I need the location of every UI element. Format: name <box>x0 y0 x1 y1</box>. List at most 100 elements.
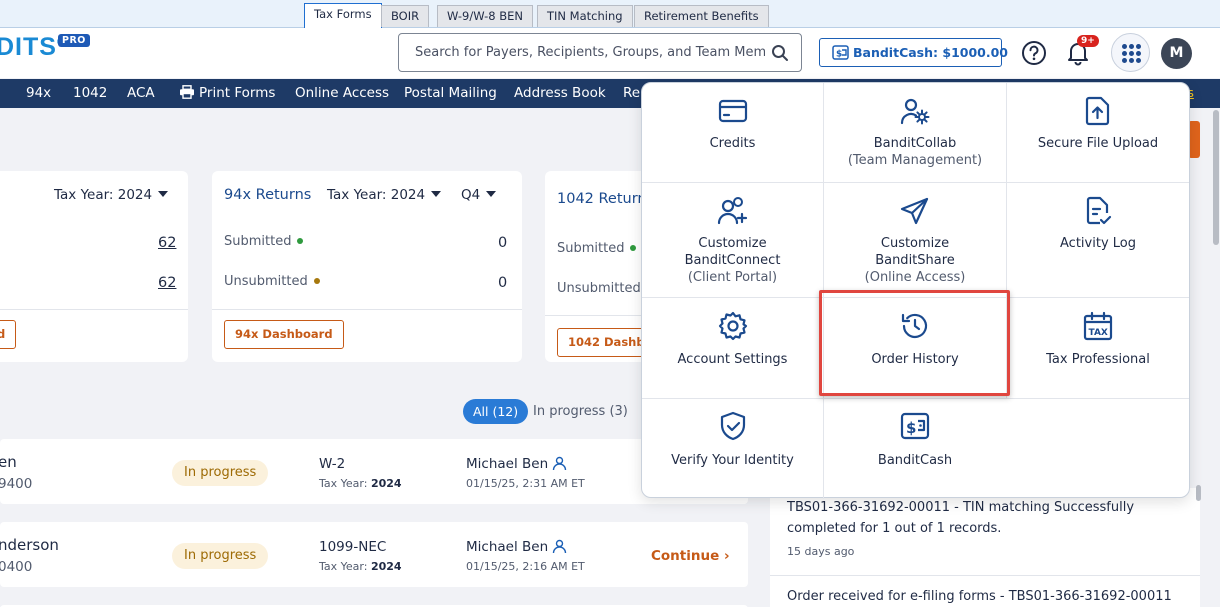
nav-aca[interactable]: ACA <box>127 85 155 101</box>
user-gear-icon <box>900 98 930 125</box>
card-divider <box>0 309 188 310</box>
page-scrollbar[interactable] <box>1213 110 1219 245</box>
submitted-value-94x: 0 <box>498 235 508 251</box>
apps-grid-button[interactable] <box>1111 33 1150 72</box>
created-datetime: 01/15/25, 2:16 AM ET <box>466 560 585 573</box>
brand-logo[interactable]: DITS® <box>0 33 66 62</box>
submitted-status-dot <box>297 238 304 244</box>
credit-card-icon <box>718 99 747 123</box>
menu-item-account-settings[interactable]: Account Settings <box>642 298 823 398</box>
nav-more[interactable]: Re <box>623 85 640 101</box>
menu-item-activity-log[interactable]: Activity Log <box>1007 183 1189 297</box>
user-icon <box>552 456 567 471</box>
menu-item-verify-identity[interactable]: Verify Your Identity <box>642 399 823 499</box>
nav-1042[interactable]: 1042 <box>73 85 107 101</box>
menu-item-bandit-cash[interactable]: $ BanditCash <box>824 399 1006 499</box>
menu-item-label: Customize BanditShare <box>875 236 955 268</box>
avatar[interactable]: M <box>1161 38 1192 69</box>
created-by: Michael Ben <box>466 539 567 555</box>
order-history-highlight <box>819 290 1010 396</box>
first-card-value-2[interactable]: 62 <box>158 275 176 291</box>
table-row[interactable]: nderson 0400 In progress 1099-NEC Tax Ye… <box>0 522 748 587</box>
filter-all[interactable]: All (12) <box>463 399 529 424</box>
search-input[interactable]: Search for Payers, Recipients, Groups, a… <box>398 33 802 72</box>
first-card-value-1[interactable]: 62 <box>158 235 176 251</box>
dashboard-button-94x[interactable]: 94x Dashboard <box>224 320 344 349</box>
unsubmitted-label-1042: Unsubmitted <box>557 281 641 296</box>
menu-item-bandit-collab[interactable]: BanditCollab (Team Management) <box>824 83 1006 182</box>
tax-year-select[interactable]: Tax Year: 2024 <box>54 187 169 203</box>
nav-print-forms[interactable]: Print Forms <box>179 85 275 101</box>
menu-item-label: Customize BanditConnect <box>684 236 781 268</box>
menu-item-sublabel: (Online Access) <box>864 270 966 285</box>
pro-badge: PRO <box>58 34 90 47</box>
quarter-label: Q4 <box>461 187 481 203</box>
svg-text:$: $ <box>906 419 916 437</box>
summary-card-first: Tax Year: 2024 62 62 d <box>0 171 188 362</box>
filter-in-progress[interactable]: In progress (3) <box>533 404 628 419</box>
quarter-select-94x[interactable]: Q4 <box>461 187 497 203</box>
submitted-status-dot <box>630 245 637 251</box>
chevron-down-icon <box>158 191 169 197</box>
nav-postal-mailing[interactable]: Postal Mailing <box>404 85 497 101</box>
users-plus-icon <box>717 197 747 225</box>
logo-text: DITS <box>0 33 57 61</box>
file-upload-icon <box>1085 96 1110 126</box>
menu-item-label: BanditCash <box>877 453 953 468</box>
bandit-cash-label: BanditCash: $1000.00 <box>853 45 1008 60</box>
menu-item-customize-banditshare[interactable]: Customize BanditShare (Online Access) <box>824 183 1006 297</box>
svg-text:TAX: TAX <box>1089 328 1108 338</box>
help-icon[interactable] <box>1021 40 1047 66</box>
recipient-name: en <box>0 453 17 471</box>
menu-item-label: Verify Your Identity <box>671 453 794 468</box>
tab-w9-w8ben[interactable]: W-9/W-8 BEN <box>437 5 534 27</box>
printer-icon <box>180 85 194 99</box>
table-row[interactable]: en 9400 In progress W-2 Tax Year: 2024 M… <box>0 439 748 504</box>
menu-item-label: Credits <box>709 136 756 151</box>
tab-tin-matching[interactable]: TIN Matching <box>537 5 633 27</box>
notifications-scrollbar[interactable] <box>1196 485 1201 501</box>
menu-item-label: Secure File Upload <box>1037 136 1159 151</box>
svg-text:$: $ <box>836 50 842 60</box>
status-badge: In progress <box>172 543 269 569</box>
notification-item-text[interactable]: Order received for e-filing forms - TBS0… <box>787 589 1172 604</box>
chevron-down-icon <box>431 191 442 197</box>
menu-item-customize-banditconnect[interactable]: Customize BanditConnect (Client Portal) <box>642 183 823 297</box>
menu-item-sublabel: (Team Management) <box>847 153 983 168</box>
form-tax-year: Tax Year: 2024 <box>319 560 402 573</box>
tax-year-label-94x: Tax Year: 2024 <box>327 187 426 203</box>
chevron-down-icon <box>486 191 497 197</box>
unsubmitted-value-94x: 0 <box>498 275 508 291</box>
nav-94x[interactable]: 94x <box>26 85 51 101</box>
created-by: Michael Ben <box>466 456 567 472</box>
menu-item-tax-professional[interactable]: TAX Tax Professional <box>1007 298 1189 398</box>
notification-time: 15 days ago <box>787 545 855 558</box>
menu-item-secure-file-upload[interactable]: Secure File Upload <box>1007 83 1189 182</box>
shield-check-icon <box>720 411 745 441</box>
tax-calendar-icon: TAX <box>1083 311 1113 341</box>
unsubmitted-label-94x: Unsubmitted <box>224 274 320 289</box>
nav-print-forms-label: Print Forms <box>199 85 276 101</box>
form-type: 1099-NEC <box>319 539 387 555</box>
summary-card-94x: 94x Returns Tax Year: 2024 Q4 Submitted … <box>212 171 522 362</box>
search-icon[interactable] <box>771 44 789 62</box>
nav-address-book[interactable]: Address Book <box>514 85 606 101</box>
nav-online-access[interactable]: Online Access <box>295 85 389 101</box>
bandit-cash-button[interactable]: $ BanditCash: $1000.00 <box>819 38 1008 67</box>
tab-boir[interactable]: BOIR <box>381 5 430 27</box>
notification-item-text[interactable]: TBS01-366-31692-00011 - TIN matching Suc… <box>787 497 1187 539</box>
first-dashboard-button[interactable]: d <box>0 320 17 349</box>
recipient-number: 0400 <box>0 559 33 575</box>
continue-button[interactable]: Continue › <box>651 548 730 564</box>
form-tax-year: Tax Year: 2024 <box>319 477 402 490</box>
tab-tax-forms[interactable]: Tax Forms <box>304 3 382 28</box>
recipient-name: nderson <box>0 536 59 554</box>
notifications-panel: TBS01-366-31692-00011 - TIN matching Suc… <box>770 488 1200 607</box>
app-header: DITS® PRO Search for Payers, Recipients,… <box>0 28 1220 78</box>
tax-year-select-94x[interactable]: Tax Year: 2024 <box>327 187 442 203</box>
menu-item-sublabel: (Client Portal) <box>687 270 778 285</box>
tab-retirement-benefits[interactable]: Retirement Benefits <box>634 5 769 27</box>
menu-item-credits[interactable]: Credits <box>642 83 823 182</box>
tax-year-label: Tax Year: 2024 <box>54 187 153 203</box>
submitted-label-94x: Submitted <box>224 234 304 249</box>
